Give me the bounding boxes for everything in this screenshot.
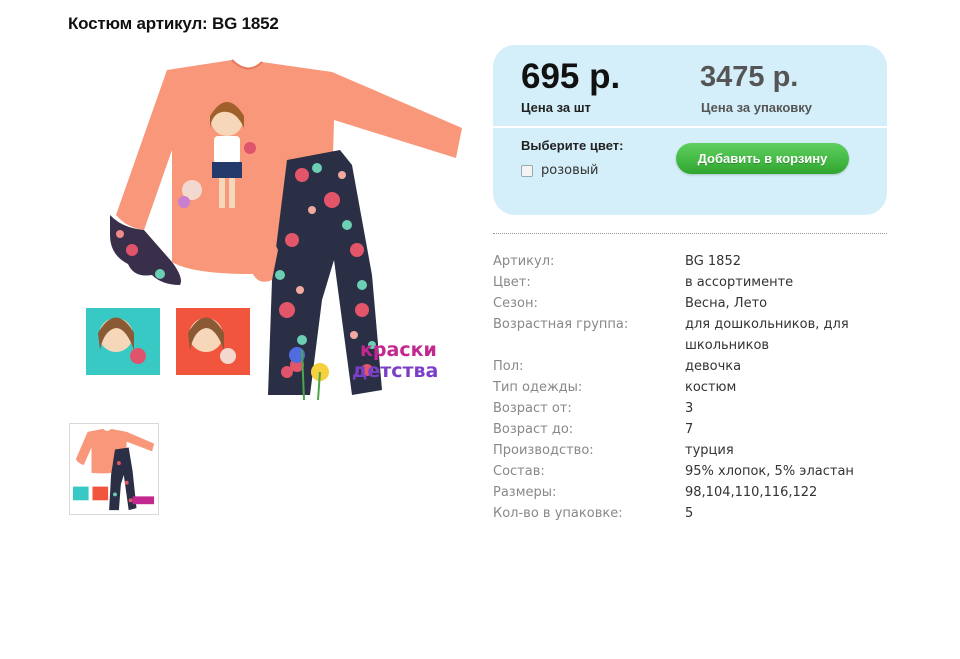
product-main-image[interactable]: краски детства <box>72 50 472 405</box>
spec-row: Возраст до: 7 <box>493 419 887 440</box>
spec-value: 95% хлопок, 5% эластан <box>685 464 854 479</box>
color-checkbox[interactable] <box>521 164 533 177</box>
page-title: Костюм артикул: BG 1852 <box>68 14 279 33</box>
spec-row: Артикул: BG 1852 <box>493 251 887 272</box>
spec-label: Возраст до: <box>493 422 574 437</box>
spec-value: в ассортименте <box>685 275 794 290</box>
brand-logo-line1: краски <box>360 339 437 361</box>
spec-row: Сезон: Весна, Лето <box>493 293 887 314</box>
add-to-cart-button[interactable]: Добавить в корзину <box>676 143 849 174</box>
spec-label: Цвет: <box>493 275 531 290</box>
spec-label: Возрастная группа: <box>493 317 629 332</box>
pack-price: 3475 р. <box>700 61 799 93</box>
spec-label: Артикул: <box>493 254 555 269</box>
spec-row: Пол: девочка <box>493 356 887 377</box>
specs-divider <box>493 233 887 234</box>
spec-value: 7 <box>685 422 694 437</box>
unit-price-label: Цена за шт <box>521 100 591 115</box>
spec-value: 3 <box>685 401 694 416</box>
spec-value: Весна, Лето <box>685 296 768 311</box>
spec-row: Возраст от: 3 <box>493 398 887 419</box>
spec-label: Состав: <box>493 464 545 479</box>
spec-value: BG 1852 <box>685 254 741 269</box>
spec-row: Состав: 95% хлопок, 5% эластан <box>493 461 887 482</box>
spec-label: Возраст от: <box>493 401 572 416</box>
product-thumbnail[interactable] <box>69 423 159 515</box>
spec-row: Кол-во в упаковке: 5 <box>493 503 887 524</box>
spec-label: Кол-во в упаковке: <box>493 506 623 521</box>
spec-value: для дошкольников, для школьников <box>685 317 849 353</box>
spec-value: турция <box>685 443 734 458</box>
spec-label: Производство: <box>493 443 594 458</box>
color-option-pink[interactable]: розовый <box>521 163 598 178</box>
price-panel: 695 р. 3475 р. Цена за шт Цена за упаков… <box>493 45 887 215</box>
color-option-label: розовый <box>541 163 599 178</box>
spec-row: Производство: турция <box>493 440 887 461</box>
spec-row: Тип одежды: костюм <box>493 377 887 398</box>
unit-price: 695 р. <box>521 57 621 96</box>
brand-logo-line2: детства <box>352 360 438 382</box>
spec-row: Размеры: 98,104,110,116,122 <box>493 482 887 503</box>
spec-label: Сезон: <box>493 296 538 311</box>
spec-value: костюм <box>685 380 737 395</box>
price-divider <box>493 126 887 128</box>
spec-label: Пол: <box>493 359 524 374</box>
spec-row: Цвет: в ассортименте <box>493 272 887 293</box>
spec-row: Возрастная группа: для дошкольников, для… <box>493 314 887 356</box>
spec-value: девочка <box>685 359 742 374</box>
spec-value: 98,104,110,116,122 <box>685 485 818 500</box>
pack-price-label: Цена за упаковку <box>701 100 813 115</box>
specs-table: Артикул: BG 1852 Цвет: в ассортименте Се… <box>493 251 887 524</box>
spec-label: Тип одежды: <box>493 380 583 395</box>
spec-label: Размеры: <box>493 485 557 500</box>
spec-value: 5 <box>685 506 694 521</box>
choose-color-label: Выберите цвет: <box>521 138 624 153</box>
